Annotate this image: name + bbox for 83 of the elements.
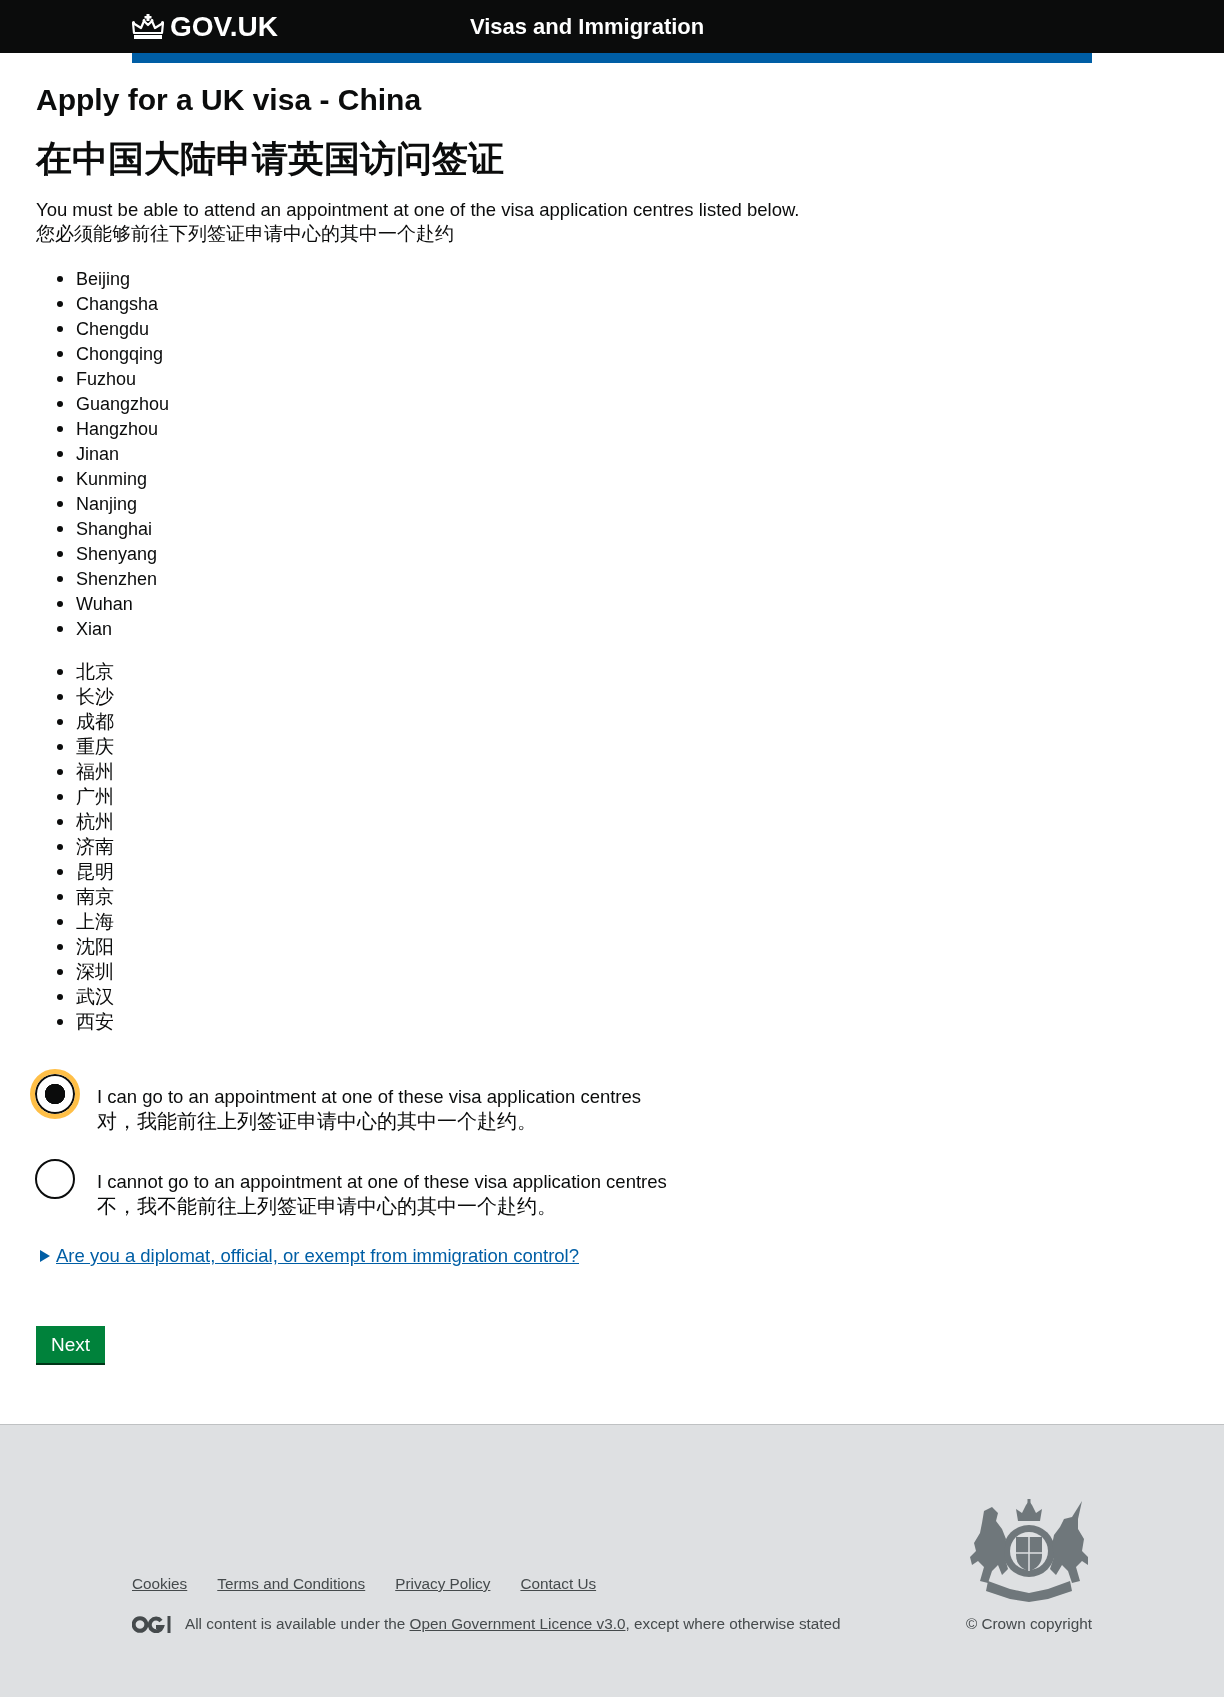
centre-name: Xian	[76, 617, 113, 641]
centre-name: Shanghai	[76, 517, 153, 541]
centre-name: Fuzhou	[76, 367, 137, 391]
centre-name: Wuhan	[76, 592, 133, 616]
bullet-icon	[57, 450, 63, 457]
bullet-icon	[57, 993, 63, 1000]
centre-name: Chengdu	[76, 317, 150, 341]
centre-name: Guangzhou	[76, 392, 170, 416]
centre-name-chinese: 杭州	[76, 809, 114, 834]
crown-icon	[132, 13, 164, 40]
centre-name: Beijing	[76, 267, 131, 291]
bullet-icon	[57, 768, 63, 775]
option-label[interactable]: I cannot go to an appointment at one of these visa application centres	[97, 1170, 667, 1194]
licence-text: All content is available under the Open Government Licence v3.0, except where otherwise stated	[185, 1614, 841, 1634]
centre-name-chinese: 南京	[76, 884, 114, 909]
details-link[interactable]: Are you a diplomat, official, or exempt from immigration control?	[56, 1244, 579, 1268]
option-label[interactable]: I can go to an appointment at one of these visa application centres	[97, 1085, 642, 1109]
bullet-icon	[57, 943, 63, 950]
triangle-icon[interactable]	[40, 1250, 50, 1262]
intro-text-chinese: 您必须能够前往下列签证申请中心的其中一个赴约	[36, 222, 455, 246]
bullet-icon	[57, 375, 63, 382]
bullet-icon	[57, 350, 63, 357]
centre-name: Nanjing	[76, 492, 138, 516]
bullet-icon	[57, 718, 63, 725]
bullet-icon	[57, 793, 63, 800]
bullet-icon	[57, 475, 63, 482]
bullet-icon	[57, 668, 63, 675]
bullet-icon	[57, 500, 63, 507]
bullet-icon	[57, 693, 63, 700]
centre-name-chinese: 昆明	[76, 859, 114, 884]
bullet-icon	[57, 818, 63, 825]
page-title-chinese: 在中国大陆申请英国访问签证	[36, 137, 505, 181]
next-button[interactable]: Next	[36, 1326, 106, 1365]
bullet-icon	[57, 625, 63, 632]
option-label-chinese[interactable]: 不，我不能前往上列签证申请中心的其中一个赴约。	[97, 1194, 557, 1218]
centre-name-chinese: 广州	[76, 784, 114, 809]
centre-name-chinese: 福州	[76, 759, 114, 784]
page-title: Apply for a UK visa - China	[36, 82, 423, 118]
licence-link[interactable]: Open Government Licence v3.0	[409, 1615, 626, 1632]
licence-logo-icon	[132, 1615, 172, 1633]
centre-name-chinese: 长沙	[76, 684, 114, 709]
bullet-icon	[57, 843, 63, 850]
radio-button[interactable]	[35, 1159, 75, 1199]
footer-link[interactable]: Cookies	[132, 1574, 188, 1594]
centre-name-chinese: 武汉	[76, 984, 114, 1009]
bullet-icon	[57, 550, 63, 557]
centre-name-chinese: 重庆	[76, 734, 114, 759]
bullet-icon	[57, 1018, 63, 1025]
bullet-icon	[57, 275, 63, 282]
centre-name: Kunming	[76, 467, 148, 491]
bullet-icon	[57, 400, 63, 407]
bullet-icon	[57, 600, 63, 607]
home-link[interactable]: GOV.UK	[132, 10, 278, 43]
bullet-icon	[57, 575, 63, 582]
centre-name-chinese: 深圳	[76, 959, 114, 984]
centre-name: Hangzhou	[76, 417, 159, 441]
bullet-icon	[57, 743, 63, 750]
centre-name-chinese: 济南	[76, 834, 114, 859]
centre-name-chinese: 北京	[76, 659, 114, 684]
bullet-icon	[57, 893, 63, 900]
footer-link[interactable]: Privacy Policy	[395, 1574, 491, 1594]
bullet-icon	[57, 325, 63, 332]
centre-name: Chongqing	[76, 342, 164, 366]
centre-name-chinese: 上海	[76, 909, 114, 934]
intro-text: You must be able to attend an appointment at one of the visa application centres listed below.	[36, 198, 801, 222]
centre-name-chinese: 西安	[76, 1009, 114, 1034]
centre-name: Shenyang	[76, 542, 158, 566]
bullet-icon	[57, 868, 63, 875]
service-name-link[interactable]: Visas and Immigration	[469, 12, 705, 41]
bullet-icon	[57, 918, 63, 925]
option-label-chinese[interactable]: 对，我能前往上列签证申请中心的其中一个赴约。	[97, 1109, 537, 1133]
centre-name: Shenzhen	[76, 567, 158, 591]
bullet-icon	[57, 968, 63, 975]
centre-name: Jinan	[76, 442, 120, 466]
bullet-icon	[57, 300, 63, 307]
footer-link[interactable]: Contact Us	[520, 1574, 597, 1594]
copyright-text: © Crown copyright	[965, 1614, 1092, 1634]
centre-name-chinese: 成都	[76, 709, 114, 734]
footer-link[interactable]: Terms and Conditions	[217, 1574, 366, 1594]
bullet-icon	[57, 525, 63, 532]
bullet-icon	[57, 425, 63, 432]
centre-name: Changsha	[76, 292, 159, 316]
centre-name-chinese: 沈阳	[76, 934, 114, 959]
